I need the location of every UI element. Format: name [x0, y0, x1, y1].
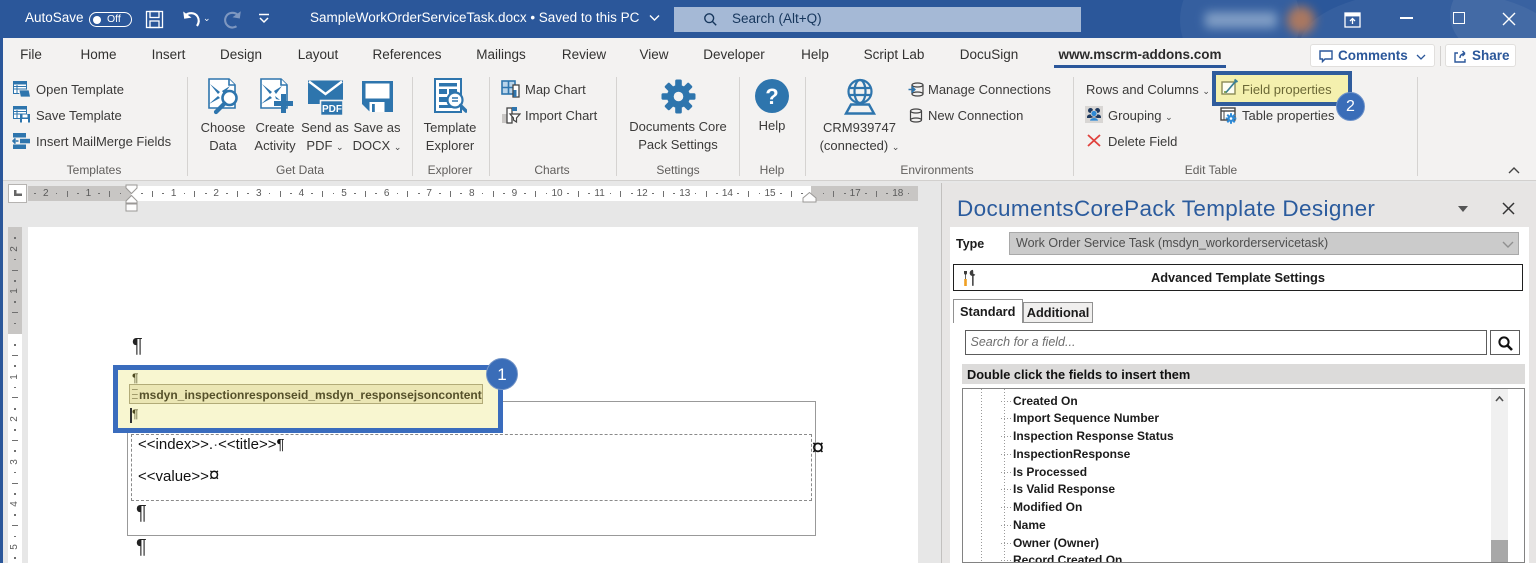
svg-text:?: ?: [765, 84, 778, 109]
svg-text:PDF: PDF: [322, 104, 342, 115]
